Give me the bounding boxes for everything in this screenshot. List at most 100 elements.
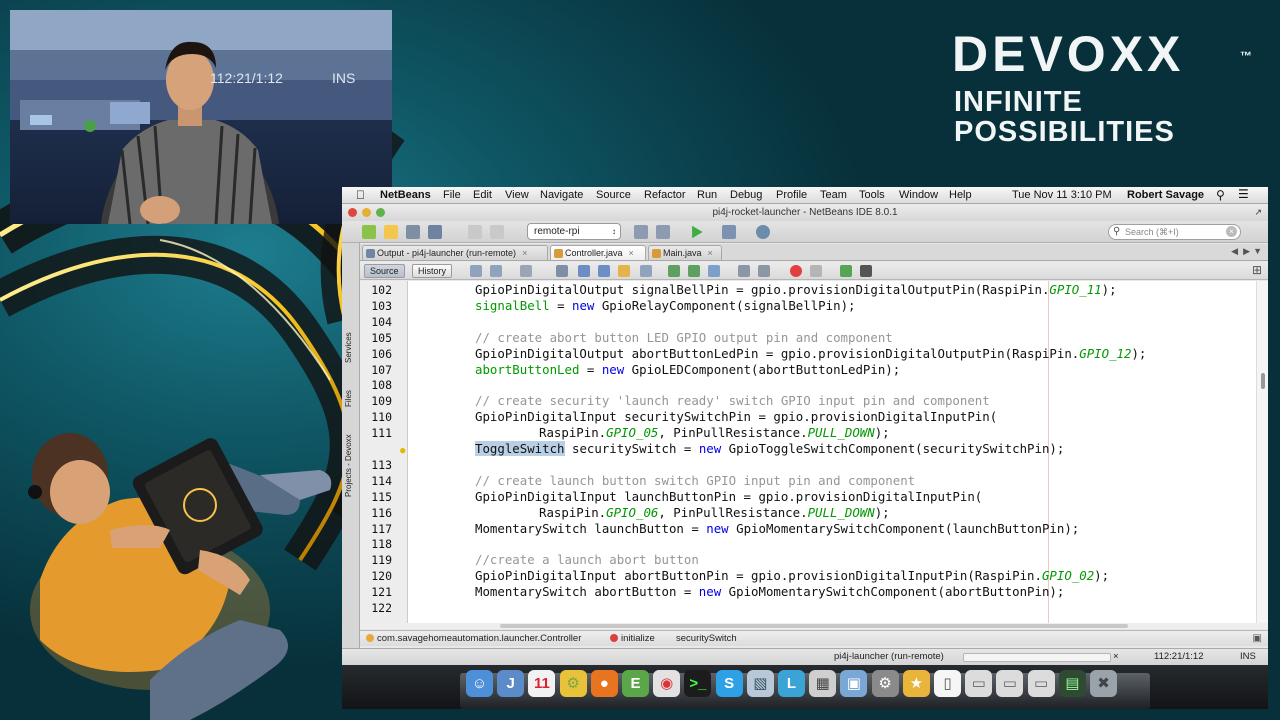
last-edit-icon[interactable]	[470, 265, 482, 277]
code-line[interactable]: 119 //create a launch abort button	[360, 552, 1250, 568]
trash-icon[interactable]: ✖	[1090, 670, 1117, 697]
tab-main-java[interactable]: Main.java ×	[648, 245, 722, 260]
shift-left-icon[interactable]	[738, 265, 750, 277]
code-line[interactable]: 111 RaspiPin.GPIO_05, PinPullResistance.P…	[360, 425, 1250, 441]
new-project-icon[interactable]	[362, 225, 376, 239]
finder-icon[interactable]: ☺	[466, 670, 493, 697]
menubar-clock[interactable]: Tue Nov 11 3:10 PM	[1012, 189, 1112, 201]
build-icon[interactable]	[634, 225, 648, 239]
menu-edit[interactable]: Edit	[473, 189, 492, 201]
minimize-window-icon[interactable]	[362, 208, 371, 217]
new-file-icon[interactable]	[384, 225, 398, 239]
code-line[interactable]: 121 MomentarySwitch abortButton = new Gpi…	[360, 584, 1250, 600]
tab-controller-java[interactable]: Controller.java ×	[550, 245, 646, 260]
debug-project-icon[interactable]	[722, 225, 736, 239]
menu-help[interactable]: Help	[949, 189, 972, 201]
zoom-window-icon[interactable]	[376, 208, 385, 217]
code-line[interactable]: 116 RaspiPin.GPIO_06, PinPullResistance.P…	[360, 505, 1250, 521]
open-project-icon[interactable]	[406, 225, 420, 239]
side-tab-files[interactable]: Files	[344, 390, 353, 407]
stop-macro-icon[interactable]	[810, 265, 822, 277]
undo-icon[interactable]	[468, 225, 482, 239]
side-tab-services[interactable]: Services	[344, 332, 353, 363]
terminal-icon[interactable]: >_	[684, 670, 712, 697]
code-line[interactable]: 108	[360, 377, 1250, 393]
tab-scroll-right-icon[interactable]: ▶	[1243, 246, 1250, 257]
window-icon[interactable]: ▭	[1027, 670, 1055, 697]
code-editor[interactable]: 102 GpioPinDigitalOutput signalBellPin = …	[360, 281, 1268, 623]
breadcrumb-class[interactable]: com.savagehomeautomation.launcher.Contro…	[366, 631, 581, 646]
close-tab-icon[interactable]: ×	[522, 248, 527, 258]
window-icon[interactable]: ▭	[996, 670, 1024, 697]
menu-file[interactable]: File	[443, 189, 461, 201]
find-next-icon[interactable]	[598, 265, 610, 277]
code-line[interactable]: 117 MomentarySwitch launchButton = new Gp…	[360, 521, 1250, 537]
next-bookmark-icon[interactable]	[688, 265, 700, 277]
notification-center-icon[interactable]: ☰	[1238, 187, 1249, 201]
utility-icon[interactable]: ⚙	[559, 670, 587, 697]
code-line[interactable]: 122	[360, 600, 1250, 616]
menu-run[interactable]: Run	[697, 189, 717, 201]
fullscreen-icon[interactable]: ↗	[1254, 204, 1262, 221]
editor-horizontal-scrollbar[interactable]	[360, 623, 1268, 629]
save-all-icon[interactable]	[428, 225, 442, 239]
menu-refactor[interactable]: Refactor	[644, 189, 686, 201]
firefox-icon[interactable]: ●	[590, 670, 618, 697]
profile-project-icon[interactable]	[756, 225, 770, 239]
lync-icon[interactable]: L	[778, 670, 805, 697]
code-line[interactable]: 120 GpioPinDigitalInput abortButtonPin = …	[360, 568, 1250, 584]
code-line[interactable]: 114 // create launch button switch GPIO i…	[360, 473, 1250, 489]
skype-icon[interactable]: S	[715, 670, 743, 697]
previous-bookmark-icon[interactable]	[668, 265, 680, 277]
menu-source[interactable]: Source	[596, 189, 631, 201]
virtualbox-icon[interactable]: ▣	[840, 670, 868, 697]
comment-icon[interactable]	[840, 265, 852, 277]
expand-panel-icon[interactable]: ▣	[1253, 631, 1262, 646]
back-icon[interactable]	[490, 265, 502, 277]
scroll-thumb[interactable]	[500, 624, 1128, 628]
split-editor-icon[interactable]: ⊞	[1252, 263, 1262, 277]
menu-view[interactable]: View	[505, 189, 529, 201]
menu-profile[interactable]: Profile	[776, 189, 807, 201]
code-line[interactable]: 104	[360, 314, 1250, 330]
netbeans-icon[interactable]: J	[497, 670, 525, 697]
chrome-icon[interactable]: ◉	[653, 670, 681, 697]
side-tab-projects[interactable]: Projects - Devoxx	[344, 434, 353, 497]
tab-output[interactable]: Output - pi4j-launcher (run-remote) ×	[362, 245, 548, 260]
tab-scroll-left-icon[interactable]: ◀	[1231, 246, 1238, 257]
source-button[interactable]: Source	[364, 264, 405, 278]
dashboard-icon[interactable]: ▦	[809, 670, 837, 697]
run-configuration-select[interactable]: remote-rpi ↕	[527, 223, 621, 240]
toggle-highlight-icon[interactable]	[618, 265, 630, 277]
run-project-icon[interactable]	[692, 225, 703, 239]
menu-app-name[interactable]: NetBeans	[380, 189, 431, 201]
redo-icon[interactable]	[490, 225, 504, 239]
code-line[interactable]: 103 signalBell = new GpioRelayComponent(s…	[360, 298, 1250, 314]
spotlight-icon[interactable]: ⚲	[1216, 188, 1225, 202]
clean-build-icon[interactable]	[656, 225, 670, 239]
find-icon[interactable]	[556, 265, 568, 277]
breadcrumb-method[interactable]: initialize	[610, 631, 655, 646]
preview-icon[interactable]: ▧	[746, 670, 774, 697]
calendar-icon[interactable]: 11	[528, 670, 556, 697]
code-line[interactable]: 107 abortButtonLed = new GpioLEDComponent…	[360, 362, 1250, 378]
breadcrumb-field[interactable]: securitySwitch	[676, 631, 737, 646]
code-line[interactable]: 115 GpioPinDigitalInput launchButtonPin =…	[360, 489, 1250, 505]
ide-search-input[interactable]: ⚲ Search (⌘+I) ×	[1108, 224, 1241, 240]
code-line[interactable]: 110 GpioPinDigitalInput securitySwitchPin…	[360, 409, 1250, 425]
menubar-user[interactable]: Robert Savage	[1127, 189, 1204, 201]
close-tab-icon[interactable]: ×	[629, 248, 634, 258]
close-tab-icon[interactable]: ×	[708, 248, 713, 258]
code-line[interactable]: 109 // create security 'launch ready' swi…	[360, 393, 1250, 409]
forward-icon[interactable]	[520, 265, 532, 277]
scroll-thumb[interactable]	[1261, 373, 1265, 389]
menu-navigate[interactable]: Navigate	[540, 189, 583, 201]
shift-right-icon[interactable]	[758, 265, 770, 277]
code-line[interactable]: 106 GpioPinDigitalOutput abortButtonLedPi…	[360, 346, 1250, 362]
toggle-bookmark-icon[interactable]	[708, 265, 720, 277]
clear-search-icon[interactable]: ×	[1226, 226, 1237, 237]
cancel-task-icon[interactable]: ×	[1113, 649, 1119, 665]
editor-vertical-scrollbar[interactable]	[1256, 281, 1268, 623]
code-line[interactable]: 102 GpioPinDigitalOutput signalBellPin = …	[360, 282, 1250, 298]
toggle-rect-select-icon[interactable]	[640, 265, 652, 277]
